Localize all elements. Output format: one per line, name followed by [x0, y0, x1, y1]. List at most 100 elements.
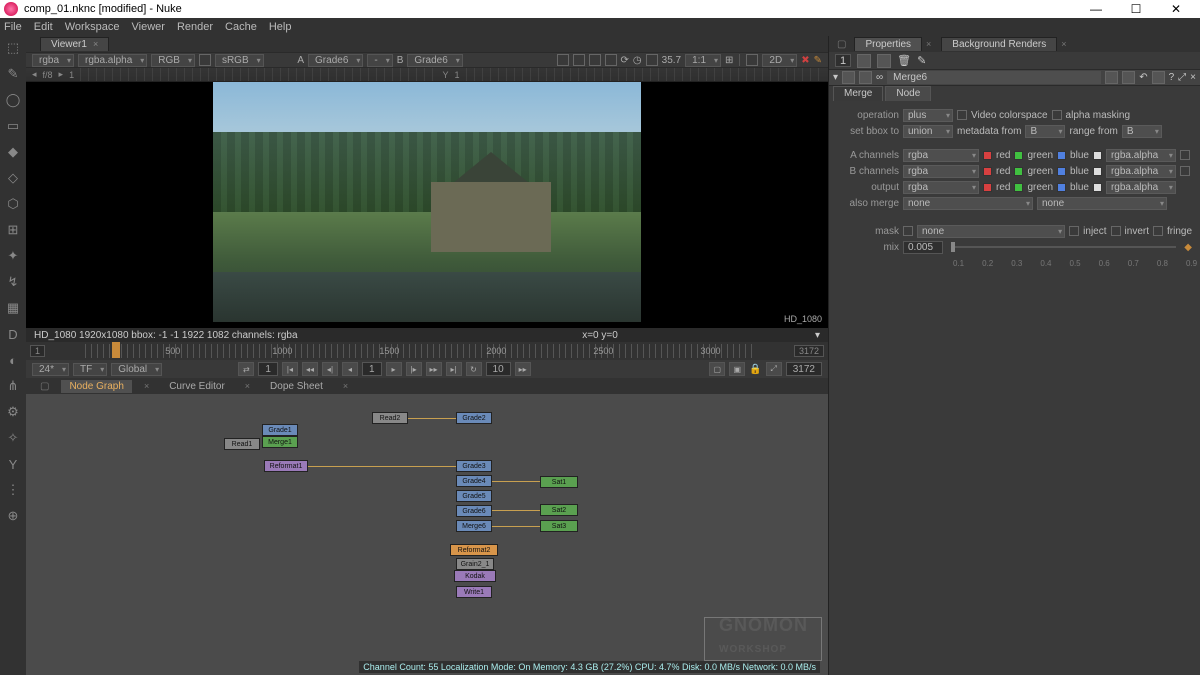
tab-properties[interactable]: Properties [854, 37, 922, 51]
inject-checkbox[interactable] [1069, 226, 1079, 236]
scope-dropdown[interactable]: Global [111, 363, 162, 376]
tool-15[interactable]: ✧ [5, 430, 21, 446]
b-channels-dropdown[interactable]: rgba [903, 165, 979, 178]
float-icon[interactable]: ▢ [837, 39, 846, 50]
tool-16[interactable]: Y [5, 456, 21, 472]
expand-icon[interactable]: ⤢ [766, 362, 782, 376]
tool-3[interactable]: ▭ [5, 118, 21, 134]
b-green-checkbox[interactable] [1014, 167, 1023, 176]
close-button[interactable]: ✕ [1156, 2, 1196, 16]
hdr-icon-3[interactable] [1152, 71, 1165, 84]
skip-button[interactable]: ▸▸ [515, 362, 531, 376]
a-alpha-dropdown[interactable]: rgba.alpha [1106, 149, 1176, 162]
a-red-checkbox[interactable] [983, 151, 992, 160]
tab-node-graph[interactable]: Node Graph [61, 380, 131, 393]
close-icon[interactable]: × [1190, 72, 1196, 83]
tool-7[interactable]: ⊞ [5, 222, 21, 238]
tool-13[interactable]: ⋔ [5, 378, 21, 394]
also-merge-dropdown-2[interactable]: none [1037, 197, 1167, 210]
tool-12[interactable]: ◐ [5, 352, 21, 368]
play-button[interactable]: ▸ [386, 362, 402, 376]
timeline-ruler[interactable]: 1 500 1000 1500 2000 2500 3000 3172 [26, 342, 828, 360]
edit-icon[interactable]: ✎ [814, 55, 822, 66]
node-color-swatch[interactable] [842, 71, 855, 84]
node-write1[interactable]: Write1 [456, 586, 492, 598]
wipe-dropdown[interactable]: - [367, 54, 392, 67]
hdr-icon-1[interactable] [1105, 71, 1118, 84]
last-frame-button[interactable]: ▸| [446, 362, 462, 376]
render-icon[interactable]: ▢ [709, 362, 725, 376]
tool-18[interactable]: ⊕ [5, 508, 21, 524]
revert-icon[interactable]: ↶ [1139, 72, 1147, 83]
node-grade4[interactable]: Grade4 [456, 475, 492, 487]
chevron-down-icon[interactable]: ▾ [833, 72, 838, 83]
step-fwd-button[interactable]: |▸ [406, 362, 422, 376]
node-read2[interactable]: Read2 [372, 412, 408, 424]
tool-14[interactable]: ⚙ [5, 404, 21, 420]
metadata-dropdown[interactable]: B [1025, 125, 1065, 138]
node-grade6[interactable]: Grade6 [456, 505, 492, 517]
fps-dropdown[interactable]: 24* [32, 363, 69, 376]
zebra-icon[interactable] [605, 54, 617, 66]
first-frame-button[interactable]: |◂ [282, 362, 298, 376]
b-alpha-dropdown[interactable]: rgba.alpha [1106, 165, 1176, 178]
range-dropdown[interactable]: B [1122, 125, 1162, 138]
trash-icon[interactable]: 🗑 [897, 54, 911, 67]
tool-2[interactable]: ◯ [5, 92, 21, 108]
out-alpha-checkbox[interactable] [1093, 183, 1102, 192]
prev-key-button[interactable]: ◂◂ [302, 362, 318, 376]
play-back-button[interactable]: ◂ [342, 362, 358, 376]
viewer-ruler[interactable]: ◂ f/8 ▸ 1 Y 1 [26, 68, 828, 82]
pencil-icon[interactable]: ✎ [917, 54, 926, 67]
current-frame[interactable]: 1 [362, 362, 382, 376]
maximize-button[interactable]: ☐ [1116, 2, 1156, 16]
menu-render[interactable]: Render [177, 21, 213, 33]
out-green-checkbox[interactable] [1014, 183, 1023, 192]
anim-icon[interactable]: ◆ [1184, 242, 1192, 253]
minimize-button[interactable]: — [1076, 2, 1116, 16]
colorspace-dropdown[interactable]: sRGB [215, 54, 264, 67]
tool-1[interactable]: ✎ [5, 66, 21, 82]
node-grade2[interactable]: Grade2 [456, 412, 492, 424]
node-sat3[interactable]: Sat3 [540, 520, 578, 532]
step-back-button[interactable]: ◂| [322, 362, 338, 376]
tab-curve-editor[interactable]: Curve Editor [161, 380, 233, 393]
float-icon[interactable]: ⤢ [1178, 72, 1186, 83]
next-key-button[interactable]: ▸▸ [426, 362, 442, 376]
menu-edit[interactable]: Edit [34, 21, 53, 33]
sync-icon[interactable]: ⇄ [238, 362, 254, 376]
menu-viewer[interactable]: Viewer [132, 21, 165, 33]
a-blue-checkbox[interactable] [1057, 151, 1066, 160]
node-grain2_1[interactable]: Grain2_1 [456, 558, 494, 570]
b-alpha-checkbox[interactable] [1093, 167, 1102, 176]
also-merge-dropdown-1[interactable]: none [903, 197, 1033, 210]
loop-button[interactable]: ↻ [466, 362, 482, 376]
node-read1[interactable]: Read1 [224, 438, 260, 450]
step-size[interactable]: 10 [486, 362, 511, 376]
tab-background-renders[interactable]: Background Renders [941, 37, 1057, 51]
input-b-dropdown[interactable]: Grade6 [407, 54, 462, 67]
node-grade1[interactable]: Grade1 [262, 424, 298, 436]
clear-icon[interactable] [877, 54, 891, 68]
node-name-field[interactable]: Merge6 [887, 71, 1101, 84]
out-blue-checkbox[interactable] [1057, 183, 1066, 192]
a-green-checkbox[interactable] [1014, 151, 1023, 160]
pause-icon[interactable] [589, 54, 601, 66]
node-graph-canvas[interactable]: GNOMONWORKSHOP Channel Count: 55 Localiz… [26, 394, 828, 675]
b-red-checkbox[interactable] [983, 167, 992, 176]
b-extra-checkbox[interactable] [1180, 166, 1190, 176]
fringe-checkbox[interactable] [1153, 226, 1163, 236]
node-grade3[interactable]: Grade3 [456, 460, 492, 472]
tab-dope-sheet[interactable]: Dope Sheet [262, 380, 331, 393]
lock-icon[interactable] [857, 54, 871, 68]
bbox-dropdown[interactable]: union [903, 125, 953, 138]
tool-0[interactable]: ⬚ [5, 40, 21, 56]
tool-11[interactable]: D [5, 326, 21, 342]
node-reformat1[interactable]: Reformat1 [264, 460, 308, 472]
node-grade5[interactable]: Grade5 [456, 490, 492, 502]
lock-icon[interactable]: ✖ [801, 55, 809, 66]
input-a-dropdown[interactable]: Grade6 [308, 54, 363, 67]
node-merge1[interactable]: Merge1 [262, 436, 298, 448]
mask-enable-checkbox[interactable] [903, 226, 913, 236]
subtab-merge[interactable]: Merge [833, 86, 883, 101]
